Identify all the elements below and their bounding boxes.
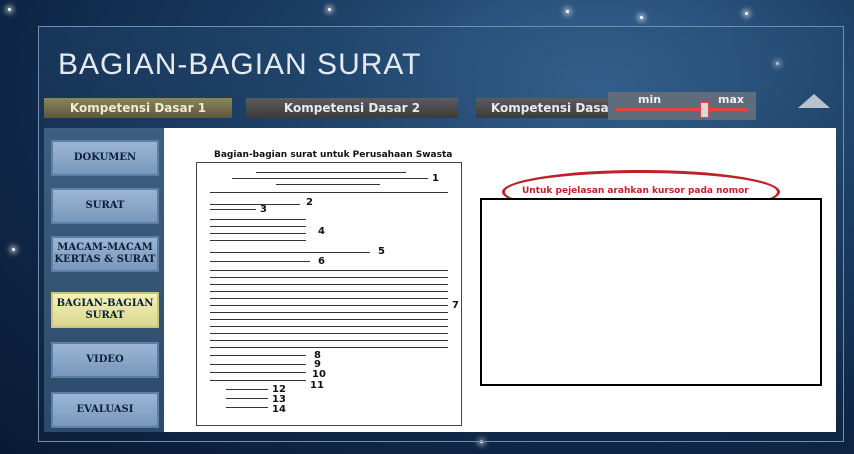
part-number-2[interactable]: 2 xyxy=(306,197,313,208)
slider-thumb[interactable] xyxy=(700,102,709,118)
part-number-7[interactable]: 7 xyxy=(452,300,459,311)
nav-macam-macam-kertas-surat[interactable]: MACAM-MACAM KERTAS & SURAT xyxy=(51,236,159,272)
letter-line xyxy=(210,312,448,313)
nav-evaluasi[interactable]: EVALUASI xyxy=(51,392,159,428)
document-title: Bagian-bagian surat untuk Perusahaan Swa… xyxy=(214,150,453,160)
slider-track[interactable] xyxy=(616,108,748,111)
letter-line xyxy=(232,178,428,179)
letter-line xyxy=(210,233,306,234)
part-number-10[interactable]: 10 xyxy=(312,369,326,380)
letter-line xyxy=(210,209,256,210)
letter-line xyxy=(210,204,300,205)
letter-line xyxy=(210,298,448,299)
letter-line xyxy=(210,291,448,292)
letter-line xyxy=(226,398,268,399)
letter-line xyxy=(210,284,448,285)
nav-video[interactable]: VIDEO xyxy=(51,342,159,378)
min-label: min xyxy=(638,93,662,106)
star-decoration xyxy=(328,8,331,11)
part-number-1[interactable]: 1 xyxy=(432,173,439,184)
letter-line xyxy=(210,252,370,253)
letter-line xyxy=(226,389,268,390)
letter-line xyxy=(210,333,448,334)
star-decoration xyxy=(640,16,643,19)
part-number-11[interactable]: 11 xyxy=(310,380,324,391)
letter-line xyxy=(210,372,306,373)
tab-kompetensi-dasar-2[interactable]: Kompetensi Dasar 2 xyxy=(246,98,458,118)
letter-line xyxy=(210,355,306,356)
letter-line xyxy=(210,270,448,271)
letter-line xyxy=(226,407,268,408)
letter-line xyxy=(210,319,448,320)
letter-line xyxy=(210,340,448,341)
part-number-14[interactable]: 14 xyxy=(272,404,286,415)
letter-line xyxy=(210,380,306,381)
page-title: BAGIAN-BAGIAN SURAT xyxy=(58,48,422,81)
letter-line xyxy=(210,347,448,348)
letter-line xyxy=(210,219,306,220)
letter-line xyxy=(210,326,448,327)
letter-diagram xyxy=(196,162,462,426)
max-label: max xyxy=(718,93,744,106)
part-number-5[interactable]: 5 xyxy=(378,246,385,257)
star-decoration xyxy=(745,12,748,15)
letter-line xyxy=(210,305,448,306)
star-decoration xyxy=(566,10,569,13)
hint-text: Untuk pejelasan arahkan kursor pada nomo… xyxy=(522,186,749,196)
letter-line xyxy=(210,364,306,365)
star-decoration xyxy=(8,8,11,11)
scroll-up-icon[interactable] xyxy=(798,94,830,108)
letter-line xyxy=(256,172,406,173)
letter-line xyxy=(210,277,448,278)
letter-line xyxy=(210,240,306,241)
part-number-6[interactable]: 6 xyxy=(318,256,325,267)
tab-kompetensi-dasar-1[interactable]: Kompetensi Dasar 1 xyxy=(44,98,232,118)
part-number-3[interactable]: 3 xyxy=(260,204,267,215)
letter-line xyxy=(210,261,310,262)
star-decoration xyxy=(12,248,15,251)
size-slider[interactable]: min max xyxy=(608,92,756,120)
part-number-4[interactable]: 4 xyxy=(318,226,325,237)
letter-line xyxy=(210,192,448,193)
letter-line xyxy=(276,184,380,185)
sidebar: DOKUMEN SURAT MACAM-MACAM KERTAS & SURAT… xyxy=(44,128,164,432)
nav-surat[interactable]: SURAT xyxy=(51,188,159,224)
nav-dokumen[interactable]: DOKUMEN xyxy=(51,140,159,176)
letter-line xyxy=(210,226,306,227)
explanation-panel xyxy=(480,198,822,386)
nav-bagian-bagian-surat[interactable]: BAGIAN-BAGIAN SURAT xyxy=(51,292,159,328)
